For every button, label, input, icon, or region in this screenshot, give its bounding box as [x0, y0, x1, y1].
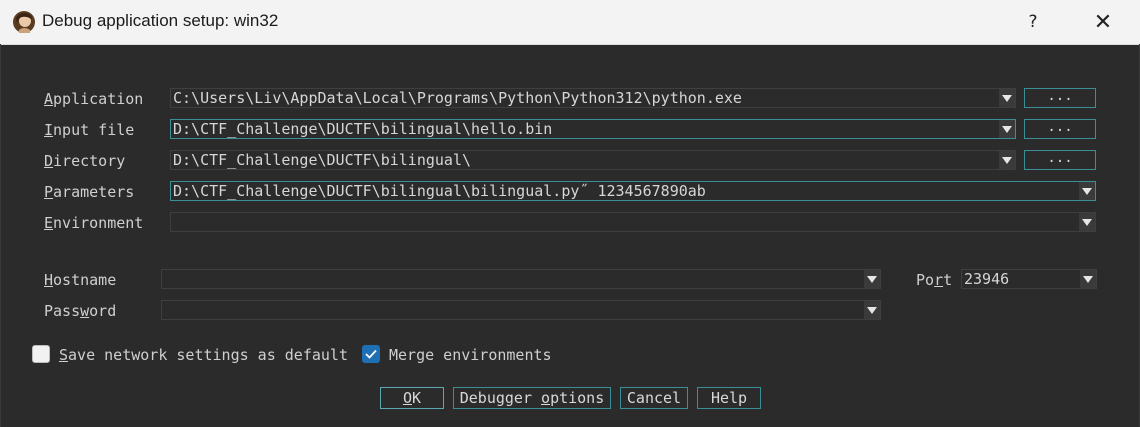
chevron-down-icon[interactable] — [999, 120, 1015, 138]
save-network-checkbox[interactable] — [32, 345, 50, 363]
parameters-value: D:\CTF_Challenge\DUCTF\bilingual\bilingu… — [173, 182, 706, 200]
directory-label: Directory — [44, 152, 126, 170]
application-value: C:\Users\Liv\AppData\Local\Programs\Pyth… — [173, 89, 742, 107]
application-label: Application — [44, 90, 144, 108]
chevron-down-icon[interactable] — [999, 89, 1015, 107]
chevron-down-icon[interactable] — [999, 151, 1015, 169]
port-label: Port — [916, 271, 953, 289]
help-button[interactable]: Help — [697, 387, 761, 409]
password-combo[interactable] — [161, 300, 881, 320]
save-network-label[interactable]: Save network settings as default — [59, 345, 348, 365]
chevron-down-icon[interactable] — [1079, 182, 1095, 200]
directory-value: D:\CTF_Challenge\DUCTF\bilingual\ — [173, 151, 472, 169]
port-value: 23946 — [964, 270, 1010, 288]
directory-combo[interactable]: D:\CTF_Challenge\DUCTF\bilingual\ — [170, 150, 1016, 170]
merge-environments-label[interactable]: Merge environments — [389, 345, 552, 365]
input-file-label: Input file — [44, 121, 135, 139]
chevron-down-icon[interactable] — [1080, 270, 1096, 288]
close-button[interactable]: ✕ — [1081, 6, 1125, 38]
input-file-combo[interactable]: D:\CTF_Challenge\DUCTF\bilingual\hello.b… — [170, 119, 1016, 139]
help-title-button[interactable]: ? — [1011, 6, 1055, 38]
cancel-button[interactable]: Cancel — [620, 387, 688, 409]
port-combo[interactable]: 23946 — [961, 269, 1097, 289]
parameters-combo[interactable]: D:\CTF_Challenge\DUCTF\bilingual\bilingu… — [170, 181, 1096, 201]
parameters-label: Parameters — [44, 183, 135, 201]
input-file-browse-button[interactable]: ... — [1024, 119, 1096, 139]
password-label: Password — [44, 302, 117, 320]
debugger-options-button[interactable]: Debugger options — [453, 387, 611, 409]
title-bar: Debug application setup: win32 ? ✕ — [0, 0, 1140, 45]
ok-button[interactable]: OK — [380, 387, 444, 409]
window-title: Debug application setup: win32 — [42, 11, 279, 30]
chevron-down-icon[interactable] — [1079, 213, 1095, 231]
environment-combo[interactable] — [170, 212, 1096, 232]
chevron-down-icon[interactable] — [864, 301, 880, 319]
checkmark-icon — [365, 349, 377, 359]
application-browse-button[interactable]: ... — [1024, 88, 1096, 108]
hostname-combo[interactable] — [161, 269, 881, 289]
hostname-label: Hostname — [44, 271, 117, 289]
input-file-value: D:\CTF_Challenge\DUCTF\bilingual\hello.b… — [173, 120, 553, 138]
directory-browse-button[interactable]: ... — [1024, 150, 1096, 170]
chevron-down-icon[interactable] — [864, 270, 880, 288]
environment-label: Environment — [44, 214, 144, 232]
app-logo-icon — [13, 11, 35, 33]
merge-environments-checkbox[interactable] — [362, 345, 380, 363]
application-combo[interactable]: C:\Users\Liv\AppData\Local\Programs\Pyth… — [170, 88, 1016, 108]
